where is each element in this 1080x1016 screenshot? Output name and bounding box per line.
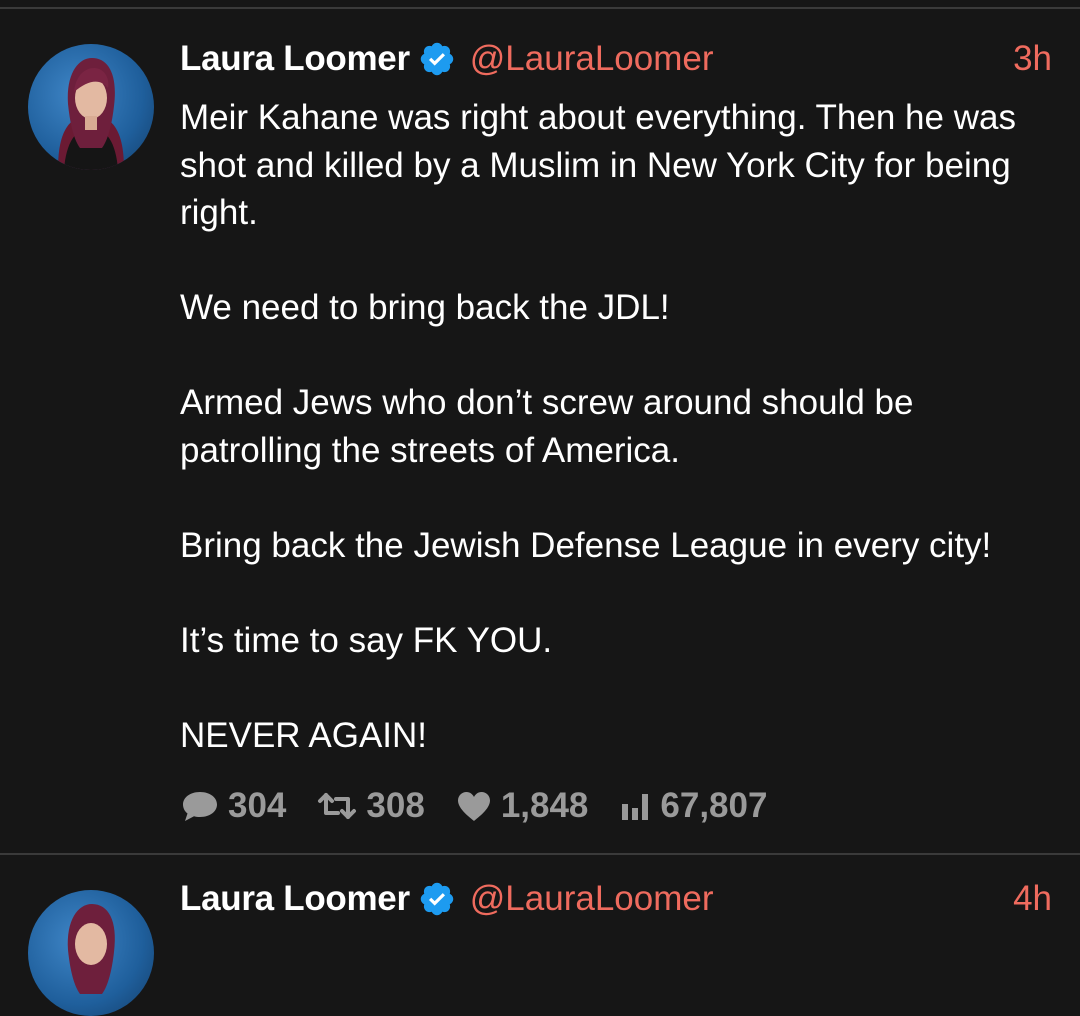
retweet-count: 308 — [366, 786, 425, 825]
timestamp[interactable]: 4h — [1013, 879, 1052, 919]
top-divider — [0, 7, 1080, 9]
tweet-paragraph: Meir Kahane was right about everything. … — [180, 98, 1016, 232]
tweet-actions: 304 308 1,848 67,807 — [180, 783, 797, 829]
reply-count: 304 — [228, 786, 287, 825]
tweet-paragraph: Armed Jews who don’t screw around should… — [180, 383, 914, 470]
like-count: 1,848 — [500, 786, 589, 825]
tweet-paragraph: Bring back the Jewish Defense League in … — [180, 525, 992, 565]
avatar[interactable] — [28, 890, 154, 1016]
tweet-body: Meir Kahane was right about everything. … — [180, 94, 1060, 759]
reply-button[interactable]: 304 — [180, 786, 286, 826]
heart-icon — [457, 792, 490, 821]
tweet-divider — [0, 853, 1080, 855]
tweet-paragraph: NEVER AGAIN! — [180, 715, 428, 755]
author-name[interactable]: Laura Loomer — [180, 39, 410, 79]
author-name[interactable]: Laura Loomer — [180, 879, 410, 919]
author-handle[interactable]: @LauraLoomer — [470, 39, 714, 79]
timestamp[interactable]: 3h — [1013, 39, 1052, 79]
retweet-button[interactable]: 308 — [316, 786, 425, 826]
views-button[interactable]: 67,807 — [618, 786, 767, 826]
tweet-paragraph: We need to bring back the JDL! — [180, 288, 670, 327]
like-button[interactable]: 1,848 — [455, 786, 589, 826]
speech-bubble-icon — [183, 792, 217, 821]
verified-badge-icon — [420, 882, 454, 916]
verified-badge-icon — [420, 42, 454, 76]
view-count: 67,807 — [660, 786, 768, 825]
author-handle[interactable]: @LauraLoomer — [470, 879, 714, 919]
tweet-header: Laura Loomer @LauraLoomer 4h — [180, 874, 1052, 924]
tweet-paragraph: It’s time to say FK YOU. — [180, 620, 553, 660]
tweet-header: Laura Loomer @LauraLoomer 3h — [180, 34, 1052, 84]
retweet-arrows-icon — [318, 793, 357, 819]
avatar[interactable] — [28, 44, 154, 170]
bar-chart-icon — [622, 794, 649, 820]
